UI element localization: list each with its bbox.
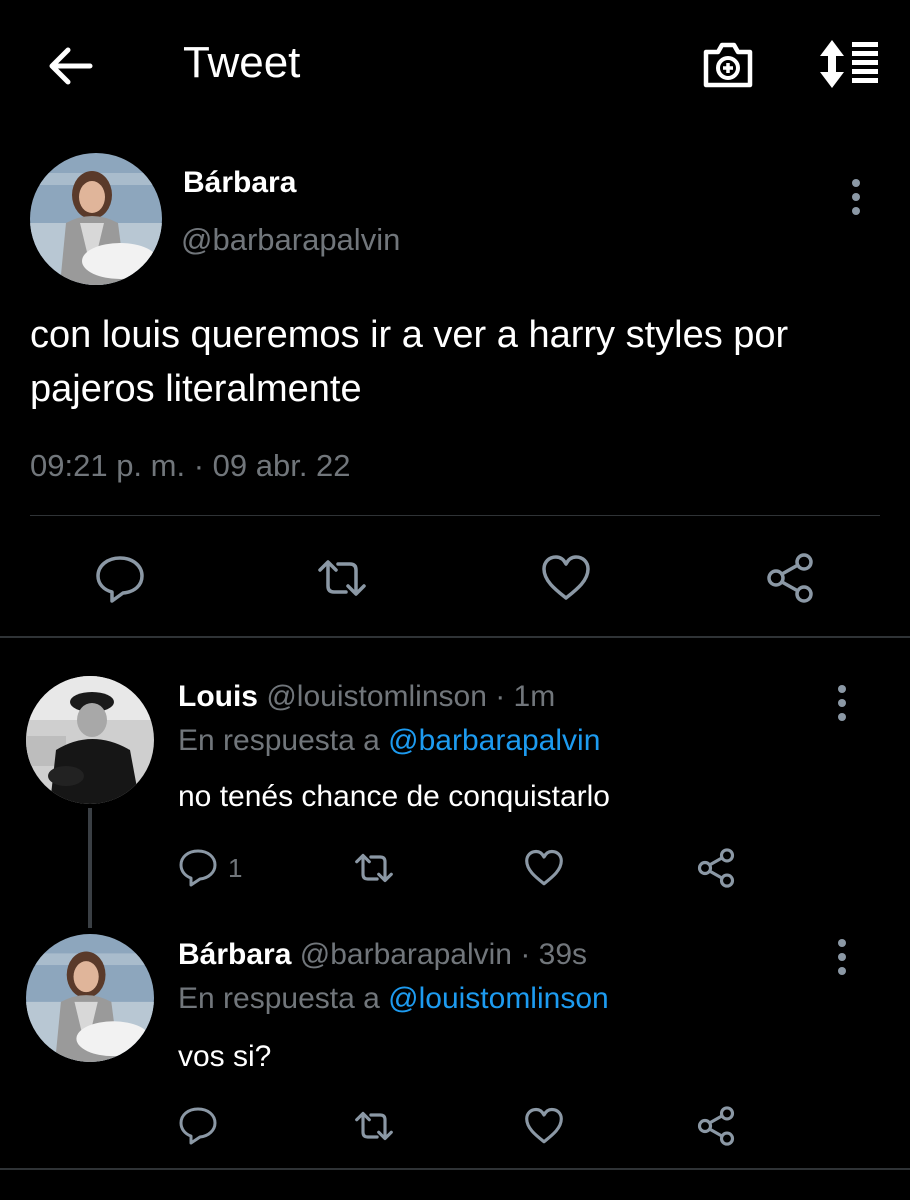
retweet-icon[interactable] [352, 1104, 396, 1148]
reply-author-handle[interactable]: @louistomlinson [266, 680, 487, 713]
reply-time: · 1m [495, 680, 556, 713]
replying-to: En respuesta a @louistomlinson [178, 982, 609, 1016]
more-options-icon[interactable] [832, 682, 852, 726]
replying-to-label: En respuesta a [178, 982, 380, 1015]
reply-icon[interactable] [178, 846, 218, 890]
reply-header: Louis @louistomlinson · 1m [178, 680, 555, 714]
like-icon[interactable] [522, 846, 566, 890]
author-handle[interactable]: @barbarapalvin [181, 222, 400, 258]
reply-icon[interactable] [178, 1104, 218, 1148]
like-icon[interactable] [522, 1104, 566, 1148]
camera-plus-icon[interactable] [700, 38, 756, 90]
arrow-left-icon[interactable] [44, 40, 96, 92]
reply-time: · 39s [520, 938, 588, 971]
author-name[interactable]: Bárbara [183, 166, 296, 200]
thread-line [88, 808, 92, 928]
retweet-icon[interactable] [314, 550, 370, 606]
mention-link[interactable]: @louistomlinson [388, 982, 609, 1015]
reply-author-handle[interactable]: @barbarapalvin [300, 938, 512, 971]
replying-to: En respuesta a @barbarapalvin [178, 724, 600, 758]
tweet-text: con louis queremos ir a ver a harry styl… [30, 314, 789, 410]
reply-text: no tenés chance de conquistarlo [178, 780, 610, 813]
more-options-icon[interactable] [832, 936, 852, 980]
reply-author-name[interactable]: Louis [178, 680, 258, 713]
avatar[interactable] [30, 153, 162, 285]
top-bar: Tweet [0, 0, 910, 130]
reply-count: 1 [228, 853, 243, 883]
reply-header: Bárbara @barbarapalvin · 39s [178, 938, 587, 972]
divider [30, 515, 880, 516]
section-divider [0, 636, 910, 638]
section-divider [0, 1168, 910, 1170]
reply-author-name[interactable]: Bárbara [178, 938, 291, 971]
more-options-icon[interactable] [846, 176, 866, 220]
avatar[interactable] [26, 676, 154, 804]
reply-icon[interactable] [92, 550, 148, 606]
share-icon[interactable] [762, 550, 818, 606]
like-icon[interactable] [538, 550, 594, 606]
retweet-icon[interactable] [352, 846, 396, 890]
sort-icon[interactable] [814, 38, 882, 90]
reply-text: vos si? [178, 1040, 272, 1073]
mention-link[interactable]: @barbarapalvin [388, 724, 600, 757]
share-icon[interactable] [694, 1104, 738, 1148]
replying-to-label: En respuesta a [178, 724, 380, 757]
page-title: Tweet [183, 38, 301, 87]
avatar[interactable] [26, 934, 154, 1062]
share-icon[interactable] [694, 846, 738, 890]
tweet-timestamp[interactable]: 09:21 p. m. · 09 abr. 22 [30, 448, 351, 484]
